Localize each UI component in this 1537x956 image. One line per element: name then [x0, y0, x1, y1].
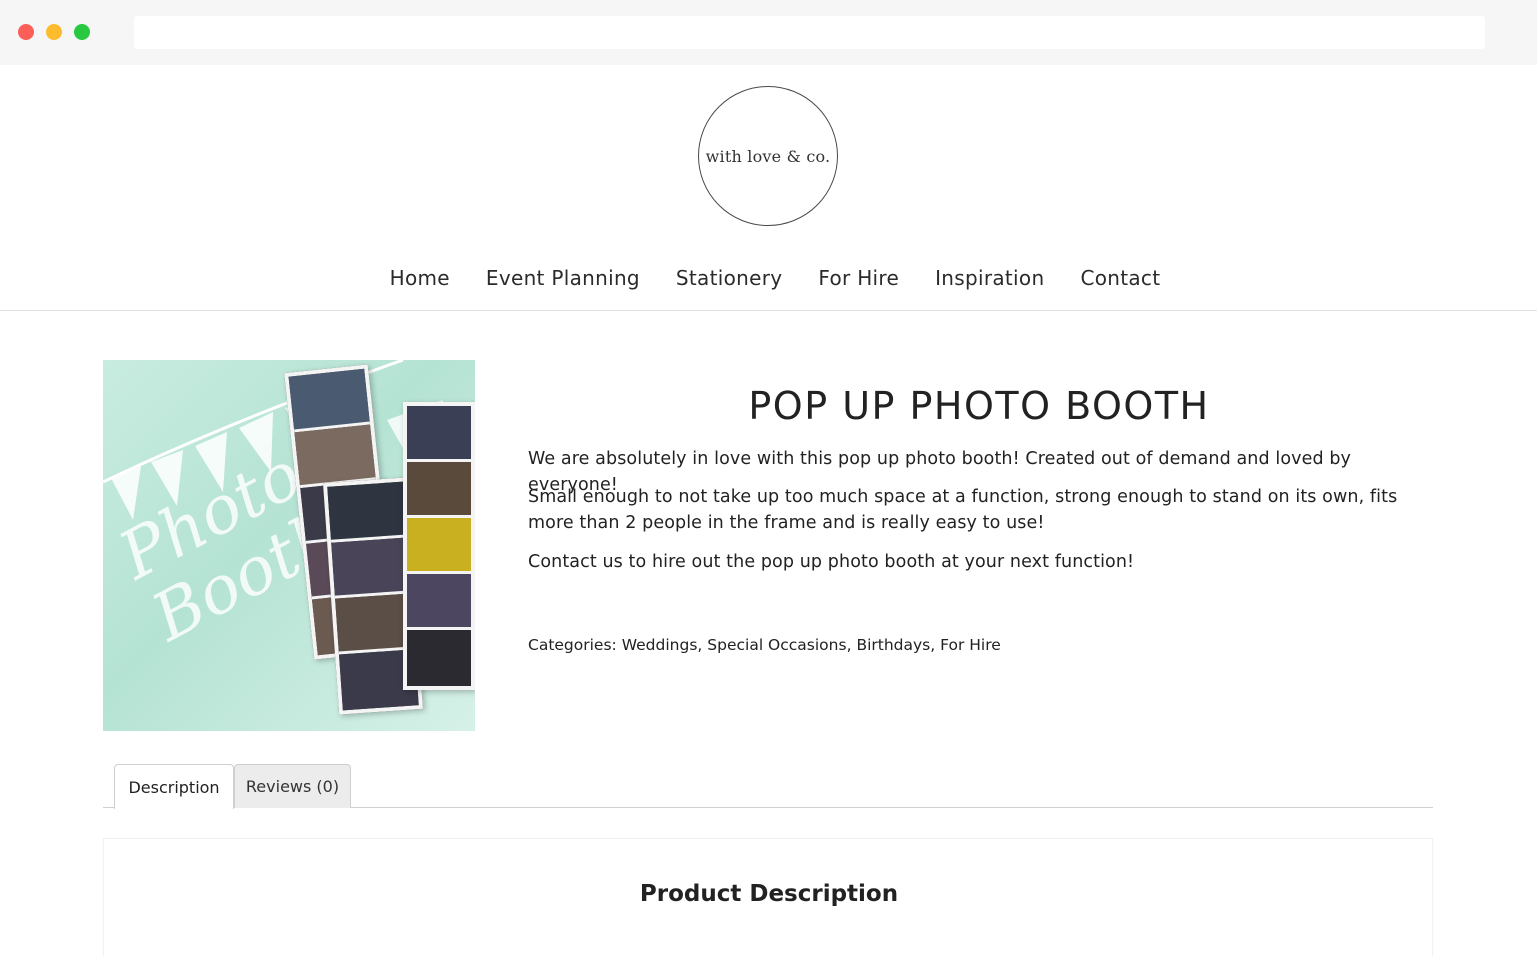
nav-item-event-planning[interactable]: Event Planning [486, 262, 640, 296]
nav-item-home[interactable]: Home [390, 262, 450, 296]
photo-strip [403, 402, 475, 690]
browser-chrome [0, 0, 1537, 65]
logo-text: with love & co. [705, 146, 831, 166]
site-logo[interactable]: with love & co. [698, 86, 838, 226]
close-window-button[interactable] [18, 24, 34, 40]
product-description-paragraph: Contact us to hire out the pop up photo … [528, 552, 1135, 572]
nav-item-inspiration[interactable]: Inspiration [935, 262, 1044, 296]
tab-panel-description: Product Description [103, 838, 1433, 956]
category-link-weddings[interactable]: Weddings [622, 636, 698, 654]
tab-description[interactable]: Description [114, 764, 234, 809]
category-link-special-occasions[interactable]: Special Occasions [707, 636, 846, 654]
category-link-birthdays[interactable]: Birthdays [856, 636, 930, 654]
product-tabs: Description Reviews (0) [103, 764, 1433, 809]
product-title: POP UP PHOTO BOOTH [748, 384, 1210, 428]
category-separator: , [697, 636, 703, 654]
category-separator: , [930, 636, 936, 654]
main-nav: Home Event Planning Stationery For Hire … [0, 262, 1537, 296]
category-separator: , [846, 636, 852, 654]
categories-label: Categories: [528, 636, 617, 654]
address-bar[interactable] [134, 16, 1485, 49]
nav-item-contact[interactable]: Contact [1080, 262, 1160, 296]
product-image[interactable]: Photo Booth [103, 360, 475, 731]
category-link-for-hire[interactable]: For Hire [940, 636, 1001, 654]
nav-item-stationery[interactable]: Stationery [676, 262, 782, 296]
nav-divider [0, 310, 1537, 311]
product-categories: Categories: Weddings, Special Occasions,… [528, 636, 1001, 654]
nav-item-for-hire[interactable]: For Hire [818, 262, 899, 296]
tab-reviews[interactable]: Reviews (0) [234, 764, 351, 808]
maximize-window-button[interactable] [74, 24, 90, 40]
product-description-paragraph: Small enough to not take up too much spa… [528, 487, 1398, 533]
panel-title: Product Description [639, 881, 899, 907]
minimize-window-button[interactable] [46, 24, 62, 40]
